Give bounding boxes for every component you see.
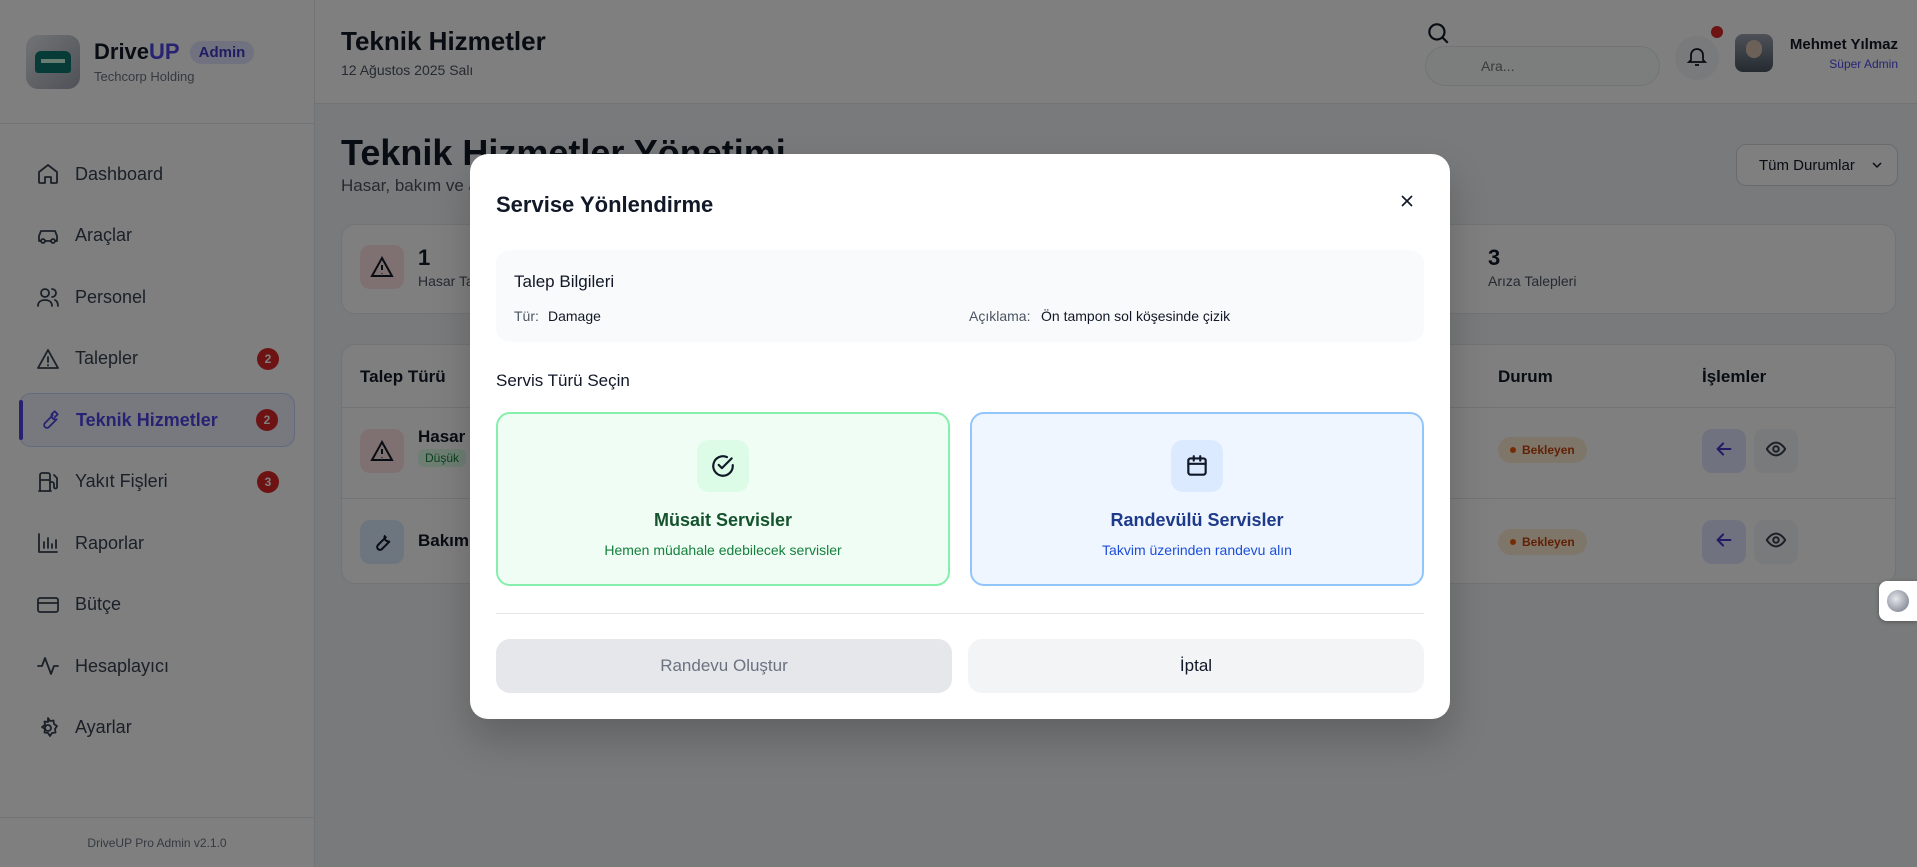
close-button[interactable]: [1394, 190, 1420, 216]
option-description: Hemen müdahale edebilecek servisler: [604, 542, 842, 558]
service-redirect-modal: Servise Yönlendirme Talep Bilgileri Tür:…: [470, 154, 1450, 719]
cancel-button[interactable]: İptal: [968, 639, 1424, 693]
create-appointment-button[interactable]: Randevu Oluştur: [496, 639, 952, 693]
widget-icon: [1887, 590, 1909, 612]
check-circle-icon: [697, 440, 749, 492]
description-value: Ön tampon sol köşesinde çizik: [1041, 308, 1231, 324]
modal-title: Servise Yönlendirme: [496, 192, 714, 217]
option-description: Takvim üzerinden randevu alın: [1102, 542, 1292, 558]
request-info-box: Talep Bilgileri Tür: Damage Açıklama: Ön…: [496, 250, 1424, 342]
info-title: Talep Bilgileri: [514, 272, 615, 291]
divider: [496, 613, 1424, 614]
option-title: Müsait Servisler: [653, 510, 793, 530]
appointment-services-option[interactable]: Randevülü Servisler Takvim üzerinden ran…: [970, 412, 1424, 586]
section-title: Servis Türü Seçin: [496, 371, 630, 390]
calendar-icon: [1171, 440, 1223, 492]
type-value: Damage: [548, 308, 601, 324]
floating-widget-button[interactable]: [1879, 581, 1917, 621]
close-icon: [1397, 191, 1417, 216]
option-title: Randevülü Servisler: [1110, 510, 1284, 530]
type-label: Tür:: [514, 308, 539, 324]
description-label: Açıklama:: [969, 308, 1031, 324]
available-services-option[interactable]: Müsait Servisler Hemen müdahale edebilec…: [496, 412, 950, 586]
